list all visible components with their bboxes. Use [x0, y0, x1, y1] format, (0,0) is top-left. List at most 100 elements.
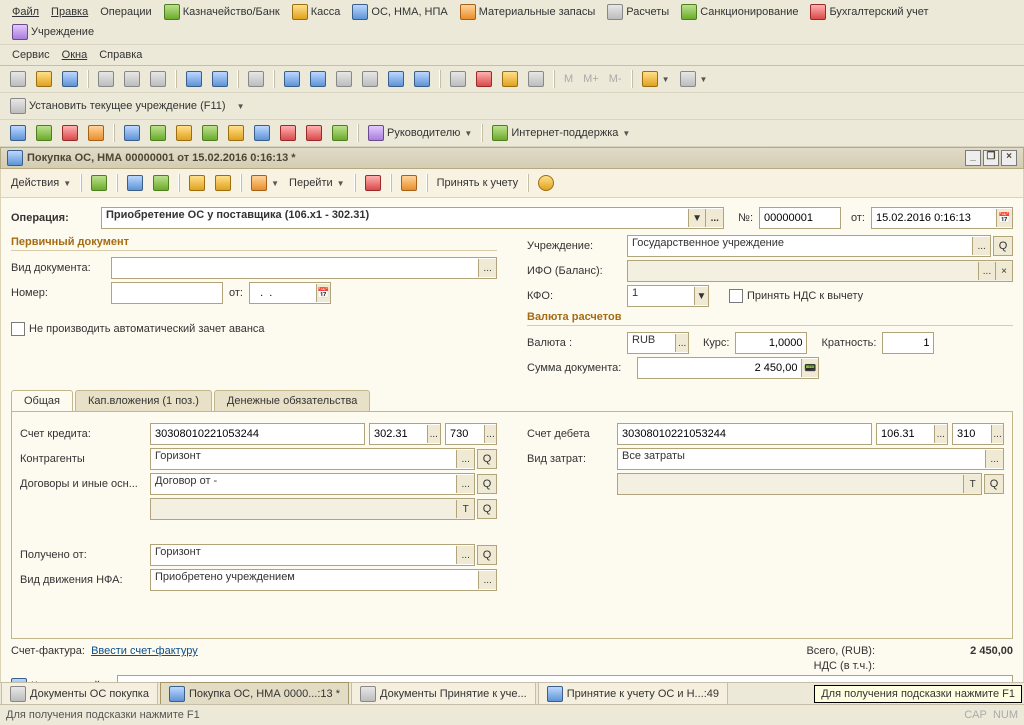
ifo-field[interactable]: ...×: [627, 260, 1013, 282]
dogs-search[interactable]: Q: [477, 474, 497, 494]
debit-sub-sel[interactable]: ...: [934, 425, 947, 443]
tb-i4[interactable]: [358, 68, 382, 90]
task-2[interactable]: Покупка ОС, НМА 0000...:13 *: [160, 682, 349, 706]
task-4[interactable]: Принятие к учету ОС и Н...:49: [538, 682, 728, 706]
credit-sub-input[interactable]: [370, 425, 427, 443]
r13[interactable]: [328, 122, 352, 144]
set-institution-dd[interactable]: ▼: [232, 99, 249, 114]
r2[interactable]: [32, 122, 56, 144]
move-sel[interactable]: ...: [478, 571, 496, 589]
inst-sel[interactable]: ...: [972, 237, 990, 255]
credit-code-sel[interactable]: ...: [484, 425, 496, 443]
leader-menu[interactable]: Руководителю▼: [364, 122, 476, 144]
mult-input[interactable]: [883, 334, 933, 352]
wt7[interactable]: [361, 172, 385, 194]
r7[interactable]: [172, 122, 196, 144]
date2-pick[interactable]: 📅: [316, 284, 330, 302]
credit-acc-input[interactable]: [151, 425, 364, 443]
contr-search[interactable]: Q: [477, 449, 497, 469]
tb-copy[interactable]: [120, 68, 144, 90]
tb-cal31[interactable]: [472, 68, 496, 90]
debit-code-sel[interactable]: ...: [991, 425, 1003, 443]
wt1[interactable]: [87, 172, 111, 194]
menu-accounting[interactable]: Бухгалтерский учет: [804, 2, 934, 22]
costs-extra-field[interactable]: T: [617, 473, 982, 495]
credit-sub-sel[interactable]: ...: [427, 425, 440, 443]
costs-extra-search[interactable]: Q: [984, 474, 1004, 494]
menu-materials[interactable]: Материальные запасы: [454, 2, 602, 22]
r3[interactable]: [58, 122, 82, 144]
wt5[interactable]: [211, 172, 235, 194]
tb-clock[interactable]: [446, 68, 470, 90]
no-auto-check[interactable]: [11, 322, 25, 336]
credit-sub-field[interactable]: ...: [369, 423, 441, 445]
menu-windows[interactable]: Окна: [56, 47, 94, 63]
currency-field[interactable]: RUB...: [627, 332, 689, 354]
r12[interactable]: [302, 122, 326, 144]
tb-i6[interactable]: [410, 68, 434, 90]
wt6[interactable]: ▼: [247, 172, 283, 194]
menu-edit[interactable]: Правка: [45, 4, 94, 20]
r1[interactable]: [6, 122, 30, 144]
r8[interactable]: [198, 122, 222, 144]
currency-sel[interactable]: ...: [675, 334, 688, 352]
inst-field[interactable]: Государственное учреждение...: [627, 235, 991, 257]
r4[interactable]: [84, 122, 108, 144]
r9[interactable]: [224, 122, 248, 144]
date2-field[interactable]: 📅: [249, 282, 331, 304]
extra-search[interactable]: Q: [477, 499, 497, 519]
tb-i5[interactable]: [384, 68, 408, 90]
contr-sel[interactable]: ...: [456, 450, 474, 468]
docsum-field[interactable]: 📟: [637, 357, 819, 379]
menu-sanction[interactable]: Санкционирование: [675, 2, 804, 22]
wt4[interactable]: [185, 172, 209, 194]
kfo-field[interactable]: 1▼: [627, 285, 709, 307]
tb-back[interactable]: ▼: [638, 68, 674, 90]
operation-sel[interactable]: ...: [705, 209, 723, 227]
r6[interactable]: [146, 122, 170, 144]
task-1[interactable]: Документы ОС покупка: [1, 682, 158, 706]
date2-input[interactable]: [250, 284, 316, 302]
tb-Mminus[interactable]: М-: [605, 70, 626, 88]
operation-field[interactable]: Приобретение ОС у поставщика (106.x1 - 3…: [101, 207, 724, 229]
debit-sub-field[interactable]: ...: [876, 423, 948, 445]
rate-input[interactable]: [736, 334, 806, 352]
debit-acc-field[interactable]: [617, 423, 872, 445]
recv-sel[interactable]: ...: [456, 546, 474, 564]
window-minimize[interactable]: _: [965, 150, 981, 166]
menu-institution[interactable]: Учреждение: [6, 22, 100, 42]
menu-calc[interactable]: Расчеты: [601, 2, 675, 22]
costs-extra-T[interactable]: T: [963, 475, 981, 493]
ifo-sel[interactable]: ...: [978, 262, 995, 280]
wt2[interactable]: [123, 172, 147, 194]
tab-cap[interactable]: Кап.вложения (1 поз.): [75, 390, 212, 411]
extra-input[interactable]: [151, 500, 456, 518]
support-menu[interactable]: Интернет-поддержка▼: [488, 122, 634, 144]
sf-link[interactable]: Ввести счет-фактуру: [91, 645, 198, 657]
rate-field[interactable]: [735, 332, 807, 354]
recv-search[interactable]: Q: [477, 545, 497, 565]
credit-code-input[interactable]: [446, 425, 484, 443]
date-input[interactable]: [872, 209, 996, 227]
tb-calc[interactable]: [524, 68, 548, 90]
tb-paste[interactable]: [146, 68, 170, 90]
ifo-clear[interactable]: ×: [995, 262, 1012, 280]
date-pick[interactable]: 📅: [996, 209, 1012, 227]
tb-Mplus[interactable]: М+: [579, 70, 603, 88]
tb-tools[interactable]: ▼: [676, 68, 712, 90]
tb-M[interactable]: М: [560, 70, 577, 88]
menu-operations[interactable]: Операции: [94, 4, 157, 20]
tb-cal[interactable]: [498, 68, 522, 90]
accept-button[interactable]: Принять к учету: [433, 174, 523, 192]
docsum-calc[interactable]: 📟: [801, 359, 818, 377]
menu-cash[interactable]: Касса: [286, 2, 347, 22]
move-field[interactable]: Приобретено учреждением...: [150, 569, 497, 591]
operation-dd[interactable]: ▼: [688, 209, 706, 227]
debit-sub-input[interactable]: [877, 425, 934, 443]
go-menu[interactable]: Перейти▼: [285, 174, 349, 192]
extra-field[interactable]: T: [150, 498, 475, 520]
tb-undo[interactable]: [182, 68, 206, 90]
debit-code-input[interactable]: [953, 425, 991, 443]
doc-type-field[interactable]: ...: [111, 257, 497, 279]
tb-new[interactable]: [6, 68, 30, 90]
